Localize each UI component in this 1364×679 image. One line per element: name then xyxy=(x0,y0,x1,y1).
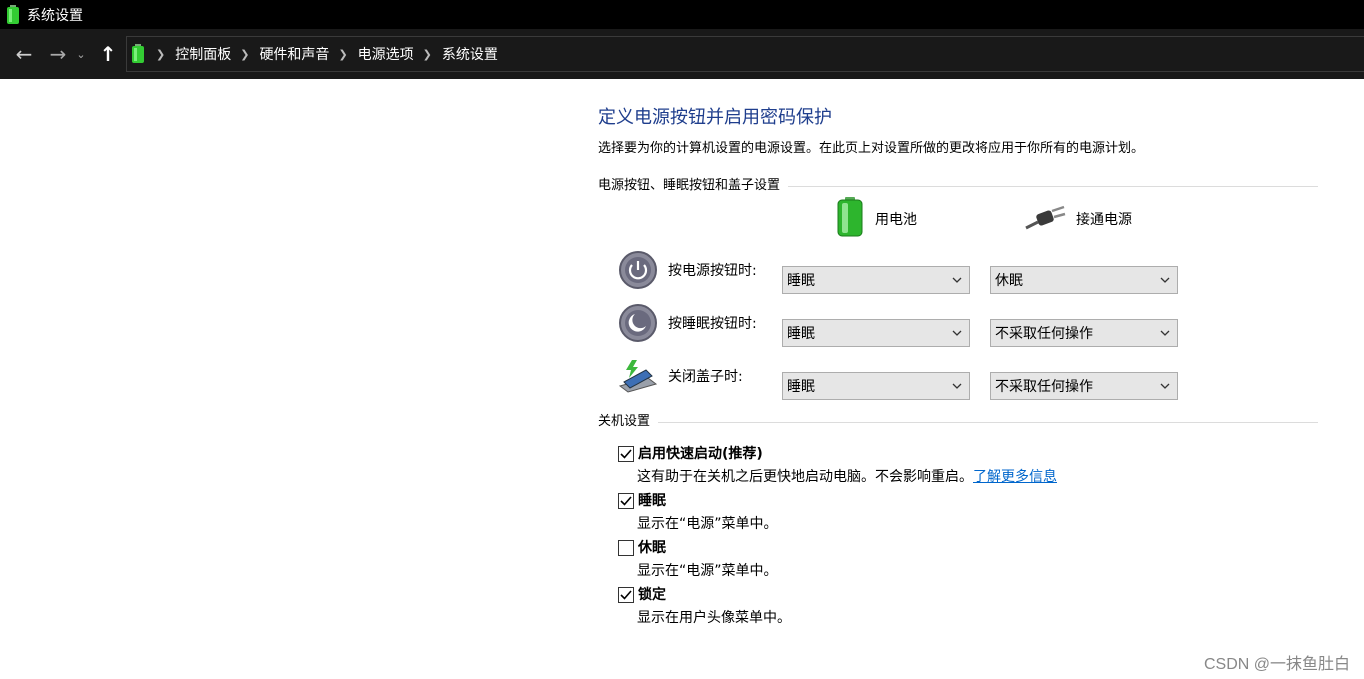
column-headers: 用电池 接通电源 xyxy=(598,196,1318,246)
description-text: 这有助于在关机之后更快地启动电脑。不会影响重启。 xyxy=(637,469,973,485)
checkbox-label[interactable]: 休眠 xyxy=(638,537,666,557)
control-panel-icon xyxy=(131,43,147,65)
lid-close-plugged-dropdown[interactable]: 不采取任何操作 xyxy=(990,372,1178,400)
section-title: 电源按钮、睡眠按钮和盖子设置 xyxy=(598,178,781,193)
hibernate-option: 休眠 显示在“电源”菜单中。 xyxy=(598,536,1318,583)
chevron-down-icon xyxy=(952,330,962,336)
section-header-shutdown: 关机设置 xyxy=(598,412,1318,432)
sleep-button-battery-dropdown[interactable]: 睡眠 xyxy=(782,319,970,347)
row-label: 按睡眠按钮时: xyxy=(668,316,757,332)
option-description: 显示在“电源”菜单中。 xyxy=(637,516,778,532)
checkmark-icon xyxy=(620,449,632,459)
lock-option: 锁定 显示在用户头像菜单中。 xyxy=(598,583,1318,630)
lid-close-battery-dropdown[interactable]: 睡眠 xyxy=(782,372,970,400)
watermark: CSDN @一抹鱼肚白 xyxy=(1203,656,1350,673)
breadcrumb[interactable]: ❯ 控制面板 ❯ 硬件和声音 ❯ 电源选项 ❯ 系统设置 xyxy=(126,36,1364,72)
section-header-buttons: 电源按钮、睡眠按钮和盖子设置 xyxy=(598,176,1318,196)
battery-column-label: 用电池 xyxy=(875,212,917,228)
battery-icon xyxy=(835,197,865,241)
chevron-down-icon xyxy=(1160,383,1170,389)
sleep-button-icon xyxy=(618,303,658,343)
chevron-right-icon[interactable]: ❯ xyxy=(156,48,165,61)
chevron-right-icon[interactable]: ❯ xyxy=(423,48,432,61)
main-content: 定义电源按钮并启用密码保护 选择要为你的计算机设置的电源设置。在此页上对设置所做… xyxy=(598,104,1318,630)
recent-locations-chevron-icon[interactable]: ⌄ xyxy=(73,39,89,69)
breadcrumb-item[interactable]: 硬件和声音 xyxy=(259,44,329,64)
row-label: 关闭盖子时: xyxy=(668,369,743,385)
breadcrumb-item[interactable]: 控制面板 xyxy=(175,44,231,64)
address-bar: ← → ⌄ ↑ ❯ 控制面板 ❯ 硬件和声音 ❯ 电源选项 ❯ 系统设置 xyxy=(0,29,1364,79)
checkbox-label[interactable]: 睡眠 xyxy=(638,490,666,510)
title-bar: 系统设置 xyxy=(0,0,1364,29)
section-title: 关机设置 xyxy=(598,414,651,429)
selected-value: 不采取任何操作 xyxy=(995,326,1093,342)
sleep-option: 睡眠 显示在“电源”菜单中。 xyxy=(598,489,1318,536)
forward-arrow-icon[interactable]: → xyxy=(43,39,73,69)
power-button-battery-dropdown[interactable]: 睡眠 xyxy=(782,266,970,294)
chevron-down-icon xyxy=(1160,330,1170,336)
lock-checkbox[interactable] xyxy=(618,587,634,603)
option-description: 显示在用户头像菜单中。 xyxy=(637,610,791,626)
selected-value: 睡眠 xyxy=(787,326,815,342)
power-plug-icon xyxy=(1024,202,1066,236)
battery-icon xyxy=(4,4,22,26)
plugged-column-label: 接通电源 xyxy=(1076,212,1132,228)
sleep-button-plugged-dropdown[interactable]: 不采取任何操作 xyxy=(990,319,1178,347)
learn-more-link[interactable]: 了解更多信息 xyxy=(973,469,1057,485)
hibernate-checkbox[interactable] xyxy=(618,540,634,556)
battery-column-header: 用电池 xyxy=(835,196,917,242)
fast-startup-checkbox[interactable] xyxy=(618,446,634,462)
selected-value: 睡眠 xyxy=(787,379,815,395)
divider xyxy=(658,421,1318,423)
power-button-plugged-dropdown[interactable]: 休眠 xyxy=(990,266,1178,294)
fast-startup-option: 启用快速启动(推荐) 这有助于在关机之后更快地启动电脑。不会影响重启。了解更多信… xyxy=(598,442,1318,489)
plugged-column-header: 接通电源 xyxy=(1024,196,1132,242)
checkmark-icon xyxy=(620,496,632,506)
selected-value: 睡眠 xyxy=(787,273,815,289)
page-title: 定义电源按钮并启用密码保护 xyxy=(598,107,832,128)
chevron-right-icon[interactable]: ❯ xyxy=(338,48,347,61)
checkbox-label[interactable]: 启用快速启动(推荐) xyxy=(638,443,763,463)
row-label: 按电源按钮时: xyxy=(668,263,757,279)
selected-value: 不采取任何操作 xyxy=(995,379,1093,395)
page-description: 选择要为你的计算机设置的电源设置。在此页上对设置所做的更改将应用于你所有的电源计… xyxy=(598,141,1145,156)
option-description: 显示在“电源”菜单中。 xyxy=(637,563,778,579)
breadcrumb-item-current[interactable]: 系统设置 xyxy=(442,44,498,64)
chevron-down-icon xyxy=(952,277,962,283)
back-arrow-icon[interactable]: ← xyxy=(9,39,39,69)
chevron-down-icon xyxy=(1160,277,1170,283)
divider xyxy=(788,185,1318,187)
option-description: 这有助于在关机之后更快地启动电脑。不会影响重启。了解更多信息 xyxy=(637,466,1057,486)
sleep-checkbox[interactable] xyxy=(618,493,634,509)
power-button-icon xyxy=(618,250,658,290)
up-arrow-icon[interactable]: ↑ xyxy=(93,39,123,69)
window-title: 系统设置 xyxy=(27,7,83,24)
checkbox-label[interactable]: 锁定 xyxy=(638,584,666,604)
checkmark-icon xyxy=(620,590,632,600)
chevron-down-icon xyxy=(952,383,962,389)
chevron-right-icon[interactable]: ❯ xyxy=(240,48,249,61)
breadcrumb-item[interactable]: 电源选项 xyxy=(358,44,414,64)
laptop-lid-icon xyxy=(618,356,658,396)
selected-value: 休眠 xyxy=(995,273,1023,289)
